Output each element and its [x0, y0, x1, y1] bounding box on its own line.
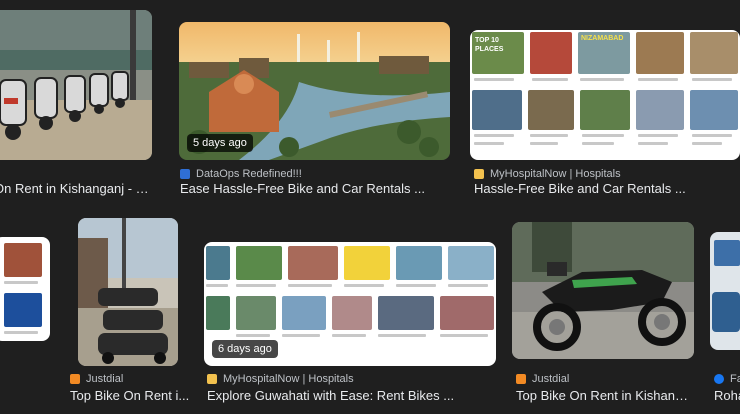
- result-thumbnail[interactable]: [78, 218, 178, 366]
- result-source[interactable]: MyHospitalNow | Hospitals: [474, 168, 621, 180]
- photo-tile: [636, 32, 684, 74]
- justdial-favicon-icon: [516, 374, 526, 384]
- justdial-favicon-icon: [70, 374, 80, 384]
- car-photo-tile: [714, 240, 740, 266]
- photo-tile: [528, 90, 574, 130]
- photo-tile: [440, 296, 494, 330]
- result-title[interactable]: Top Bike On Rent in Kishanga...: [516, 388, 694, 403]
- age-badge: 6 days ago: [212, 340, 278, 358]
- photo-tile: [236, 246, 282, 280]
- car-photo-tile: [712, 292, 740, 332]
- result-title[interactable]: On Rent in Kishanganj - Be...: [0, 181, 154, 196]
- photo-tile: [206, 246, 230, 280]
- photo-tile: [378, 296, 434, 330]
- result-thumbnail[interactable]: [0, 237, 50, 341]
- photo-tile: [206, 296, 230, 330]
- dataops-favicon-icon: [180, 169, 190, 179]
- photo-tile: [580, 90, 630, 130]
- source-name: MyHospitalNow | Hospitals: [223, 373, 354, 385]
- source-name: Justdial: [86, 373, 124, 385]
- result-source[interactable]: DataOps Redefined!!!: [180, 168, 302, 180]
- photo-tile: [530, 32, 572, 74]
- photo-tile: [236, 296, 276, 330]
- result-thumbnail[interactable]: TOP 10 PLACES NIZAMABAD: [470, 30, 740, 160]
- myhospitalnow-favicon-icon: [474, 169, 484, 179]
- result-source[interactable]: Justdial: [516, 373, 569, 385]
- scooters-photo-image: [0, 10, 152, 160]
- photo-tile: [332, 296, 372, 330]
- result-source[interactable]: MyHospitalNow | Hospitals: [207, 373, 354, 385]
- facebook-favicon-icon: [714, 374, 724, 384]
- photo-tile: [472, 90, 522, 130]
- result-source[interactable]: Justdial: [70, 373, 123, 385]
- photo-tile: NIZAMABAD: [578, 32, 630, 74]
- source-name: MyHospitalNow | Hospitals: [490, 168, 621, 180]
- collage-title-tile: TOP 10 PLACES: [472, 32, 524, 74]
- result-thumbnail[interactable]: 6 days ago: [204, 242, 496, 366]
- result-title[interactable]: Ease Hassle-Free Bike and Car Rentals ..…: [180, 181, 450, 196]
- photo-tile: [690, 90, 738, 130]
- collage-mid-label: NIZAMABAD: [581, 35, 624, 42]
- source-name: DataOps Redefined!!!: [196, 168, 302, 180]
- myhospitalnow-favicon-icon: [207, 374, 217, 384]
- parked-scooters-image: [78, 218, 178, 366]
- result-title[interactable]: Roha: [714, 388, 740, 403]
- photo-tile: [396, 246, 442, 280]
- photo-tile: [690, 32, 738, 74]
- source-name: Fa: [730, 373, 740, 385]
- photo-tile: [4, 243, 42, 277]
- source-name: Justdial: [532, 373, 570, 385]
- photo-tile: [448, 246, 494, 280]
- motorcycle-photo-image: [512, 222, 694, 359]
- photo-tile: [344, 246, 390, 280]
- result-title[interactable]: Explore Guwahati with Ease: Rent Bikes .…: [207, 388, 497, 403]
- photo-tile: [288, 246, 338, 280]
- result-source[interactable]: Fa: [714, 373, 740, 385]
- result-title[interactable]: Top Bike On Rent i...: [70, 388, 190, 403]
- photo-tile: [636, 90, 684, 130]
- photo-tile: [4, 293, 42, 327]
- result-thumbnail[interactable]: [512, 222, 694, 359]
- age-badge: 5 days ago: [187, 134, 253, 152]
- result-thumbnail[interactable]: 5 days ago: [179, 22, 450, 160]
- collage-top-label: TOP 10 PLACES: [475, 37, 504, 53]
- result-title[interactable]: Hassle-Free Bike and Car Rentals ...: [474, 181, 736, 196]
- result-thumbnail[interactable]: [0, 10, 152, 160]
- result-thumbnail[interactable]: [710, 232, 740, 350]
- photo-tile: [282, 296, 326, 330]
